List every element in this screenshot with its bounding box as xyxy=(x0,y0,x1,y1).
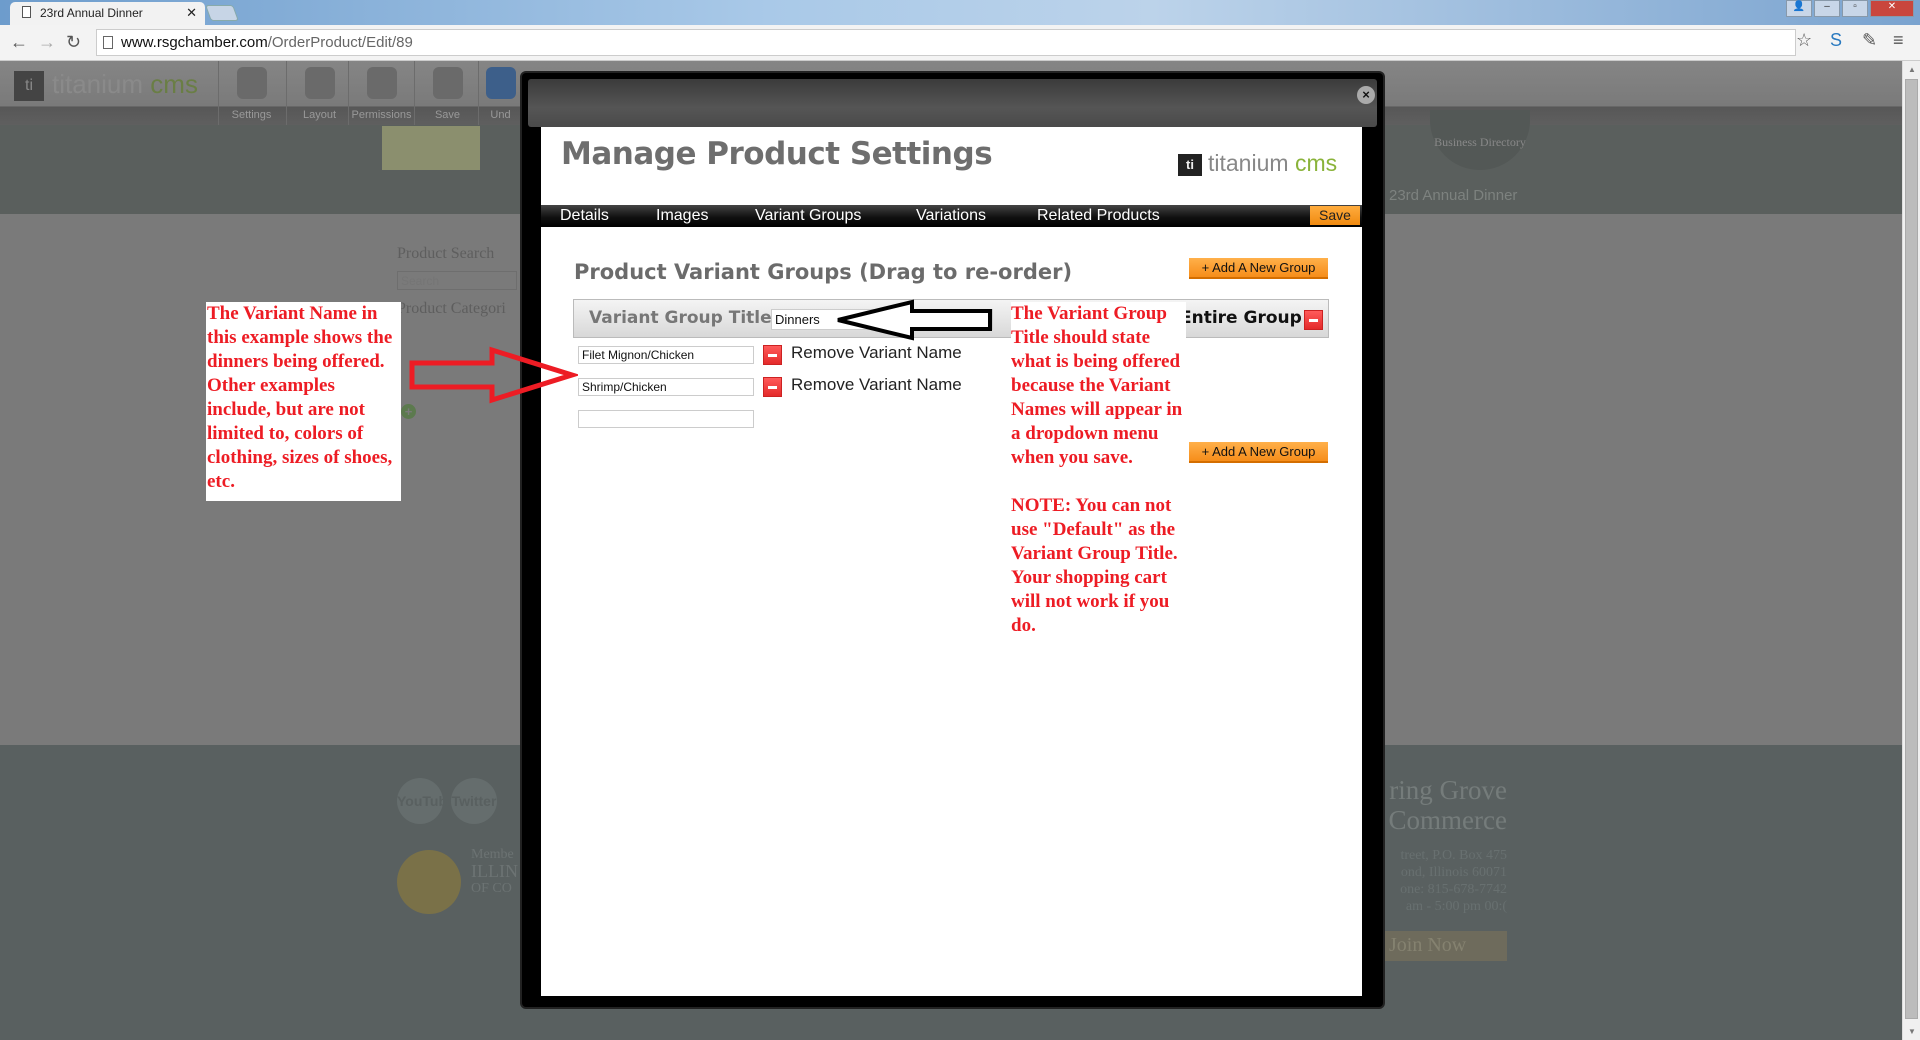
add-icon[interactable]: + xyxy=(401,404,416,419)
new-variant-name-input[interactable] xyxy=(578,410,754,428)
youtube-icon[interactable]: YouTube xyxy=(397,778,455,824)
user-icon[interactable]: 👤 xyxy=(1786,0,1812,17)
tab-related-products[interactable]: Related Products xyxy=(1037,207,1160,225)
minimize-icon[interactable]: – xyxy=(1814,0,1840,17)
save-button[interactable]: Save xyxy=(1310,206,1360,225)
browser-tab-strip xyxy=(0,0,1920,25)
bookmark-star-icon[interactable]: ☆ xyxy=(1796,30,1812,51)
floppy-disk-icon xyxy=(432,67,463,99)
new-tab-button[interactable] xyxy=(205,5,239,21)
remove-group-icon[interactable] xyxy=(1304,310,1323,330)
save-tool[interactable]: Save xyxy=(414,61,480,125)
permissions-tool[interactable]: Permissions xyxy=(348,61,414,125)
page-icon xyxy=(103,36,113,49)
black-arrow-annotation xyxy=(837,299,992,341)
product-search-label: Product Search xyxy=(397,245,495,262)
add-new-group-button[interactable]: + Add A New Group xyxy=(1189,442,1328,463)
reload-icon[interactable]: ↻ xyxy=(66,32,81,53)
layout-tool[interactable]: Layout xyxy=(286,61,352,125)
settings-tool[interactable]: Settings xyxy=(218,61,284,125)
undo-tool[interactable]: Und xyxy=(478,61,522,125)
tab-variant-groups[interactable]: Variant Groups xyxy=(755,207,861,225)
close-window-icon[interactable]: ✕ xyxy=(1870,0,1914,17)
gear-icon xyxy=(236,67,267,99)
red-arrow-annotation xyxy=(409,346,578,404)
variant-group-title-annotation: The Variant Group Title should state wha… xyxy=(1011,302,1186,638)
tab-title: 23rd Annual Dinner xyxy=(40,6,143,20)
modal-title: Manage Product Settings xyxy=(561,136,993,172)
modal-titlebar xyxy=(528,79,1377,127)
remove-variant-label[interactable]: Remove Variant Name xyxy=(791,343,962,363)
browser-tab[interactable]: 23rd Annual Dinner ✕ xyxy=(10,2,205,25)
section-heading: Product Variant Groups (Drag to re-order… xyxy=(574,260,1073,284)
annotation-text: The Variant Group Title should state wha… xyxy=(1011,303,1183,468)
tab-details[interactable]: Details xyxy=(560,207,609,225)
add-new-group-button[interactable]: + Add A New Group xyxy=(1189,258,1328,279)
undo-icon xyxy=(485,67,516,99)
address-bar[interactable]: www.rsgchamber.com/OrderProduct/Edit/89 xyxy=(96,29,1796,56)
page-icon xyxy=(22,6,31,18)
product-categories-label: Product Categori xyxy=(397,300,506,317)
close-icon[interactable]: × xyxy=(1357,86,1375,104)
close-tab-icon[interactable]: ✕ xyxy=(186,5,197,21)
header-image xyxy=(382,126,480,170)
modal-tabs: Details Images Variant Groups Variations… xyxy=(541,205,1362,227)
window-controls: 👤 – ▫ ✕ xyxy=(1786,0,1914,18)
annotation-warning: NOTE: You can not use "Default" as the V… xyxy=(1011,495,1178,636)
remove-variant-icon[interactable] xyxy=(763,377,782,397)
titanium-cms-logo: ti titanium cms xyxy=(1178,150,1337,177)
tab-variations[interactable]: Variations xyxy=(916,207,986,225)
chamber-address: treet, P.O. Box 475 ond, Illinois 60071 … xyxy=(1400,848,1507,914)
page-scrollbar[interactable]: ▲ ▼ xyxy=(1902,61,1920,1040)
cms-logo: ti titanium cms xyxy=(14,69,198,102)
variant-name-input[interactable] xyxy=(578,378,754,396)
tools-icon[interactable]: ✎ xyxy=(1862,30,1877,51)
illinois-chamber-seal-icon xyxy=(397,850,461,914)
forward-icon[interactable]: → xyxy=(38,32,56,53)
user-icon xyxy=(366,67,397,99)
remove-entire-group-label: Entire Group xyxy=(1180,308,1302,328)
paint-brush-icon xyxy=(304,67,335,99)
page-title: 23rd Annual Dinner xyxy=(1389,187,1518,204)
variant-group-title-label: Variant Group Title xyxy=(589,308,772,328)
variant-name-annotation: The Variant Name in this example shows t… xyxy=(206,302,401,501)
product-search-input[interactable] xyxy=(397,271,517,290)
chamber-name: ring Grove Commerce xyxy=(1388,775,1507,835)
back-icon[interactable]: ← xyxy=(10,32,28,53)
url-path: /OrderProduct/Edit/89 xyxy=(267,34,413,51)
variant-name-input[interactable] xyxy=(578,346,754,364)
remove-variant-label[interactable]: Remove Variant Name xyxy=(791,375,962,395)
tab-images[interactable]: Images xyxy=(656,207,708,225)
url-host: www.rsgchamber.com xyxy=(121,34,268,51)
extension-icon[interactable]: S xyxy=(1830,30,1842,51)
remove-variant-icon[interactable] xyxy=(763,345,782,365)
member-text: Membe ILLIN OF CO xyxy=(471,847,518,896)
twitter-icon[interactable]: Twitter xyxy=(451,778,497,824)
join-now-button[interactable]: Join Now xyxy=(1383,931,1507,961)
menu-icon[interactable]: ≡ xyxy=(1893,30,1904,51)
browser-toolbar: ← → ↻ www.rsgchamber.com/OrderProduct/Ed… xyxy=(0,25,1920,61)
maximize-icon[interactable]: ▫ xyxy=(1842,0,1868,17)
